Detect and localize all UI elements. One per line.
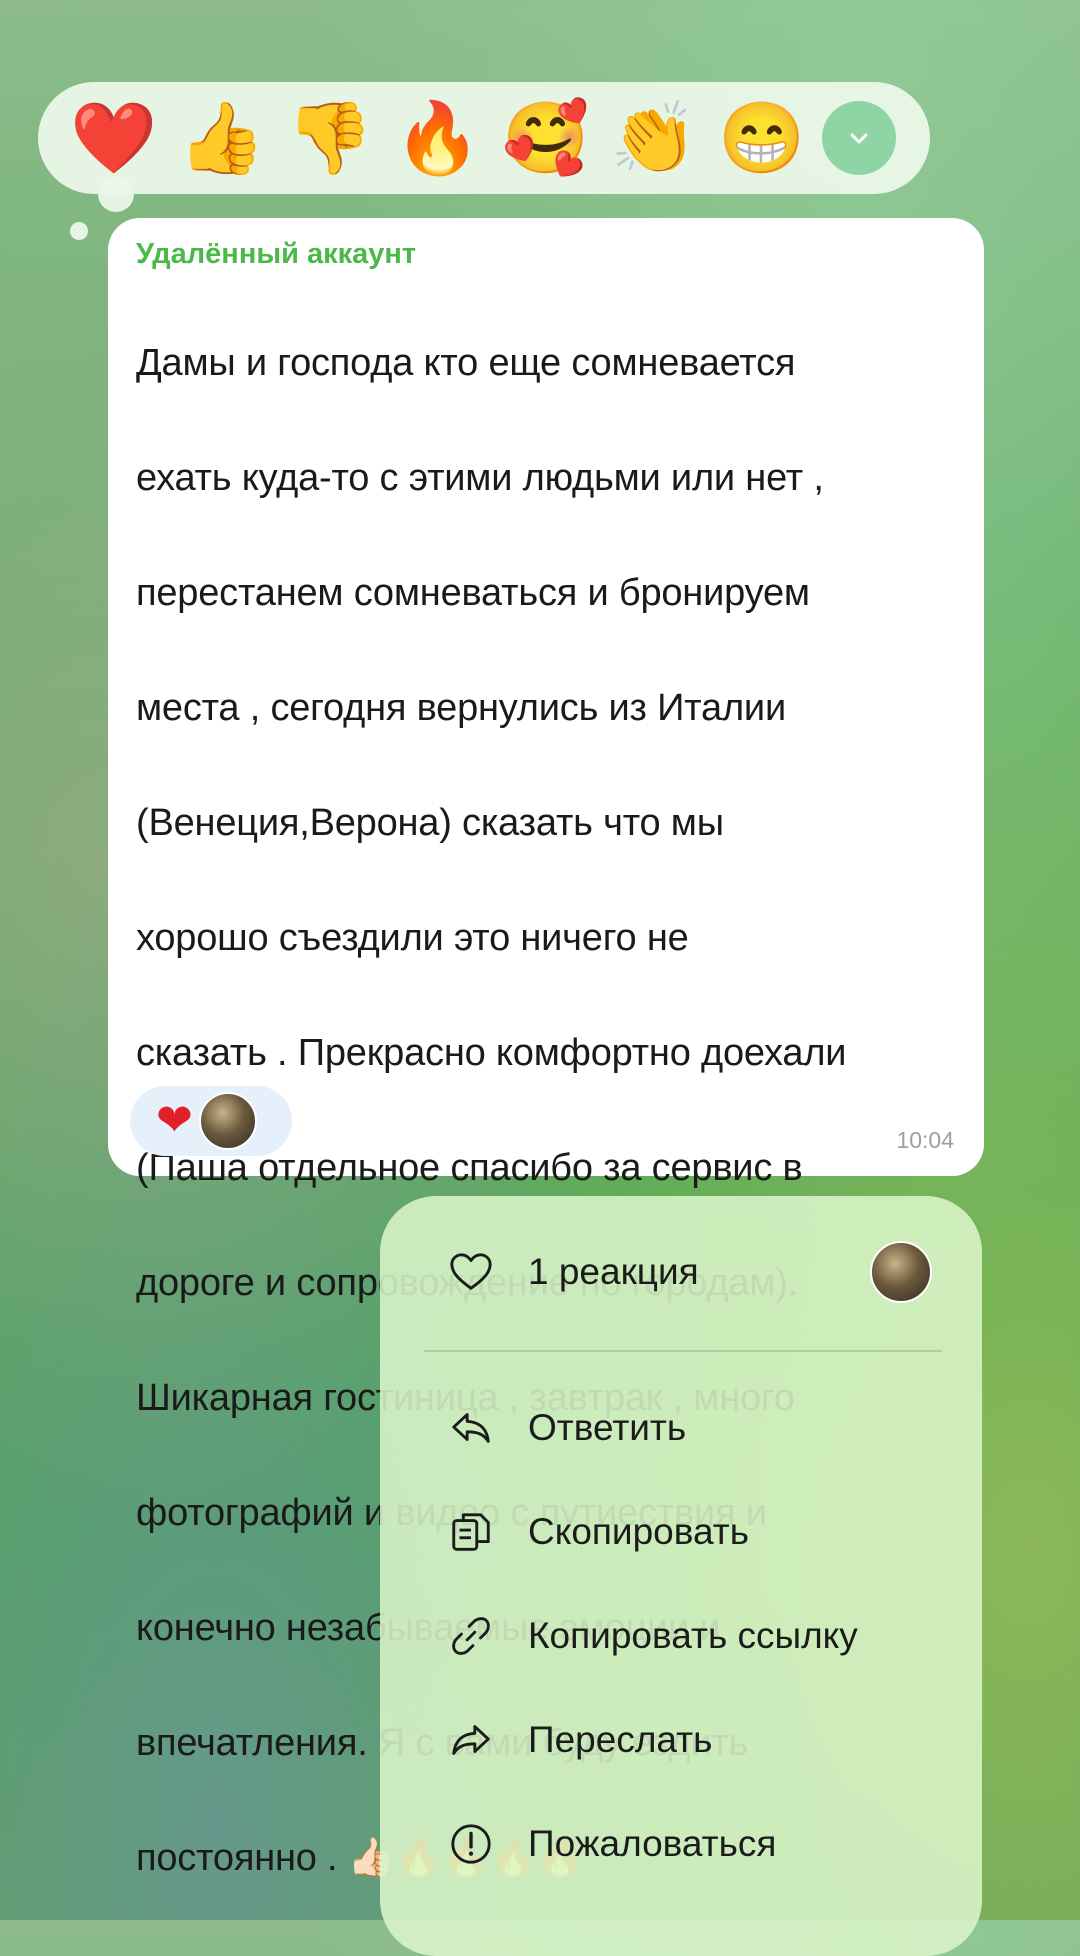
reply-icon (444, 1401, 498, 1455)
message-line: сказать . Прекрасно комфортно доехали (136, 1031, 847, 1074)
reaction-bar-tail (70, 222, 88, 240)
menu-item-label: Ответить (528, 1407, 687, 1448)
heart-outline-icon (444, 1245, 498, 1299)
menu-item-label: Пожаловаться (528, 1823, 777, 1864)
red-heart-icon[interactable]: ❤️ (60, 82, 168, 194)
context-menu: 1 реакция Ответить Скопировать Копироват… (380, 1196, 982, 1956)
message-line: хорошо съездили это ничего не (136, 916, 689, 959)
menu-item-copy-link[interactable]: Копировать ссылку (444, 1596, 932, 1676)
thumbs-up-icon[interactable]: 👍 (168, 82, 276, 194)
menu-item-label: Переслать (528, 1719, 713, 1760)
message-line: перестанем сомневаться и бронируем (136, 571, 810, 614)
smiling-face-with-hearts-icon[interactable]: 🥰 (492, 82, 600, 194)
menu-item-report[interactable]: Пожаловаться (444, 1804, 932, 1884)
report-icon (444, 1817, 498, 1871)
clapping-hands-icon[interactable]: 👏 (600, 82, 708, 194)
menu-item-copy[interactable]: Скопировать (444, 1492, 932, 1572)
avatar (870, 1241, 932, 1303)
menu-item-reply[interactable]: Ответить (444, 1388, 932, 1468)
message-line: ехать куда-то с этими людьми или нет , (136, 456, 824, 499)
message-line: места , сегодня вернулись из Италии (136, 686, 786, 729)
copy-icon (444, 1505, 498, 1559)
menu-item-label: Копировать ссылку (528, 1615, 858, 1656)
expand-reactions-button[interactable] (822, 101, 896, 175)
reactions-count-label: 1 реакция (528, 1251, 699, 1292)
heart-reaction-icon: ❤ (156, 1096, 193, 1145)
message-line: Дамы и господа кто еще сомневается (136, 341, 796, 384)
grinning-face-icon[interactable]: 😁 (708, 82, 816, 194)
reaction-picker: ❤️ 👍 👎 🔥 🥰 👏 😁 (38, 82, 930, 212)
message-bubble[interactable]: Удалённый аккаунт Дамы и господа кто еще… (108, 218, 984, 1879)
forward-icon (444, 1713, 498, 1767)
avatar (198, 1092, 257, 1150)
message-time: 10:04 (896, 1127, 954, 1153)
menu-item-forward[interactable]: Переслать (444, 1700, 932, 1780)
divider (424, 1350, 942, 1352)
reaction-chip[interactable]: ❤ (130, 1086, 292, 1156)
link-icon (444, 1609, 498, 1663)
chevron-down-icon (850, 133, 868, 144)
thumbs-down-icon[interactable]: 👎 (276, 82, 384, 194)
fire-icon[interactable]: 🔥 (384, 82, 492, 194)
message-line: (Венеция,Верона) сказать что мы (136, 801, 724, 844)
sender-name: Удалённый аккаунт (136, 238, 417, 270)
menu-item-label: Скопировать (528, 1511, 749, 1552)
reactions-summary[interactable]: 1 реакция (444, 1232, 932, 1312)
